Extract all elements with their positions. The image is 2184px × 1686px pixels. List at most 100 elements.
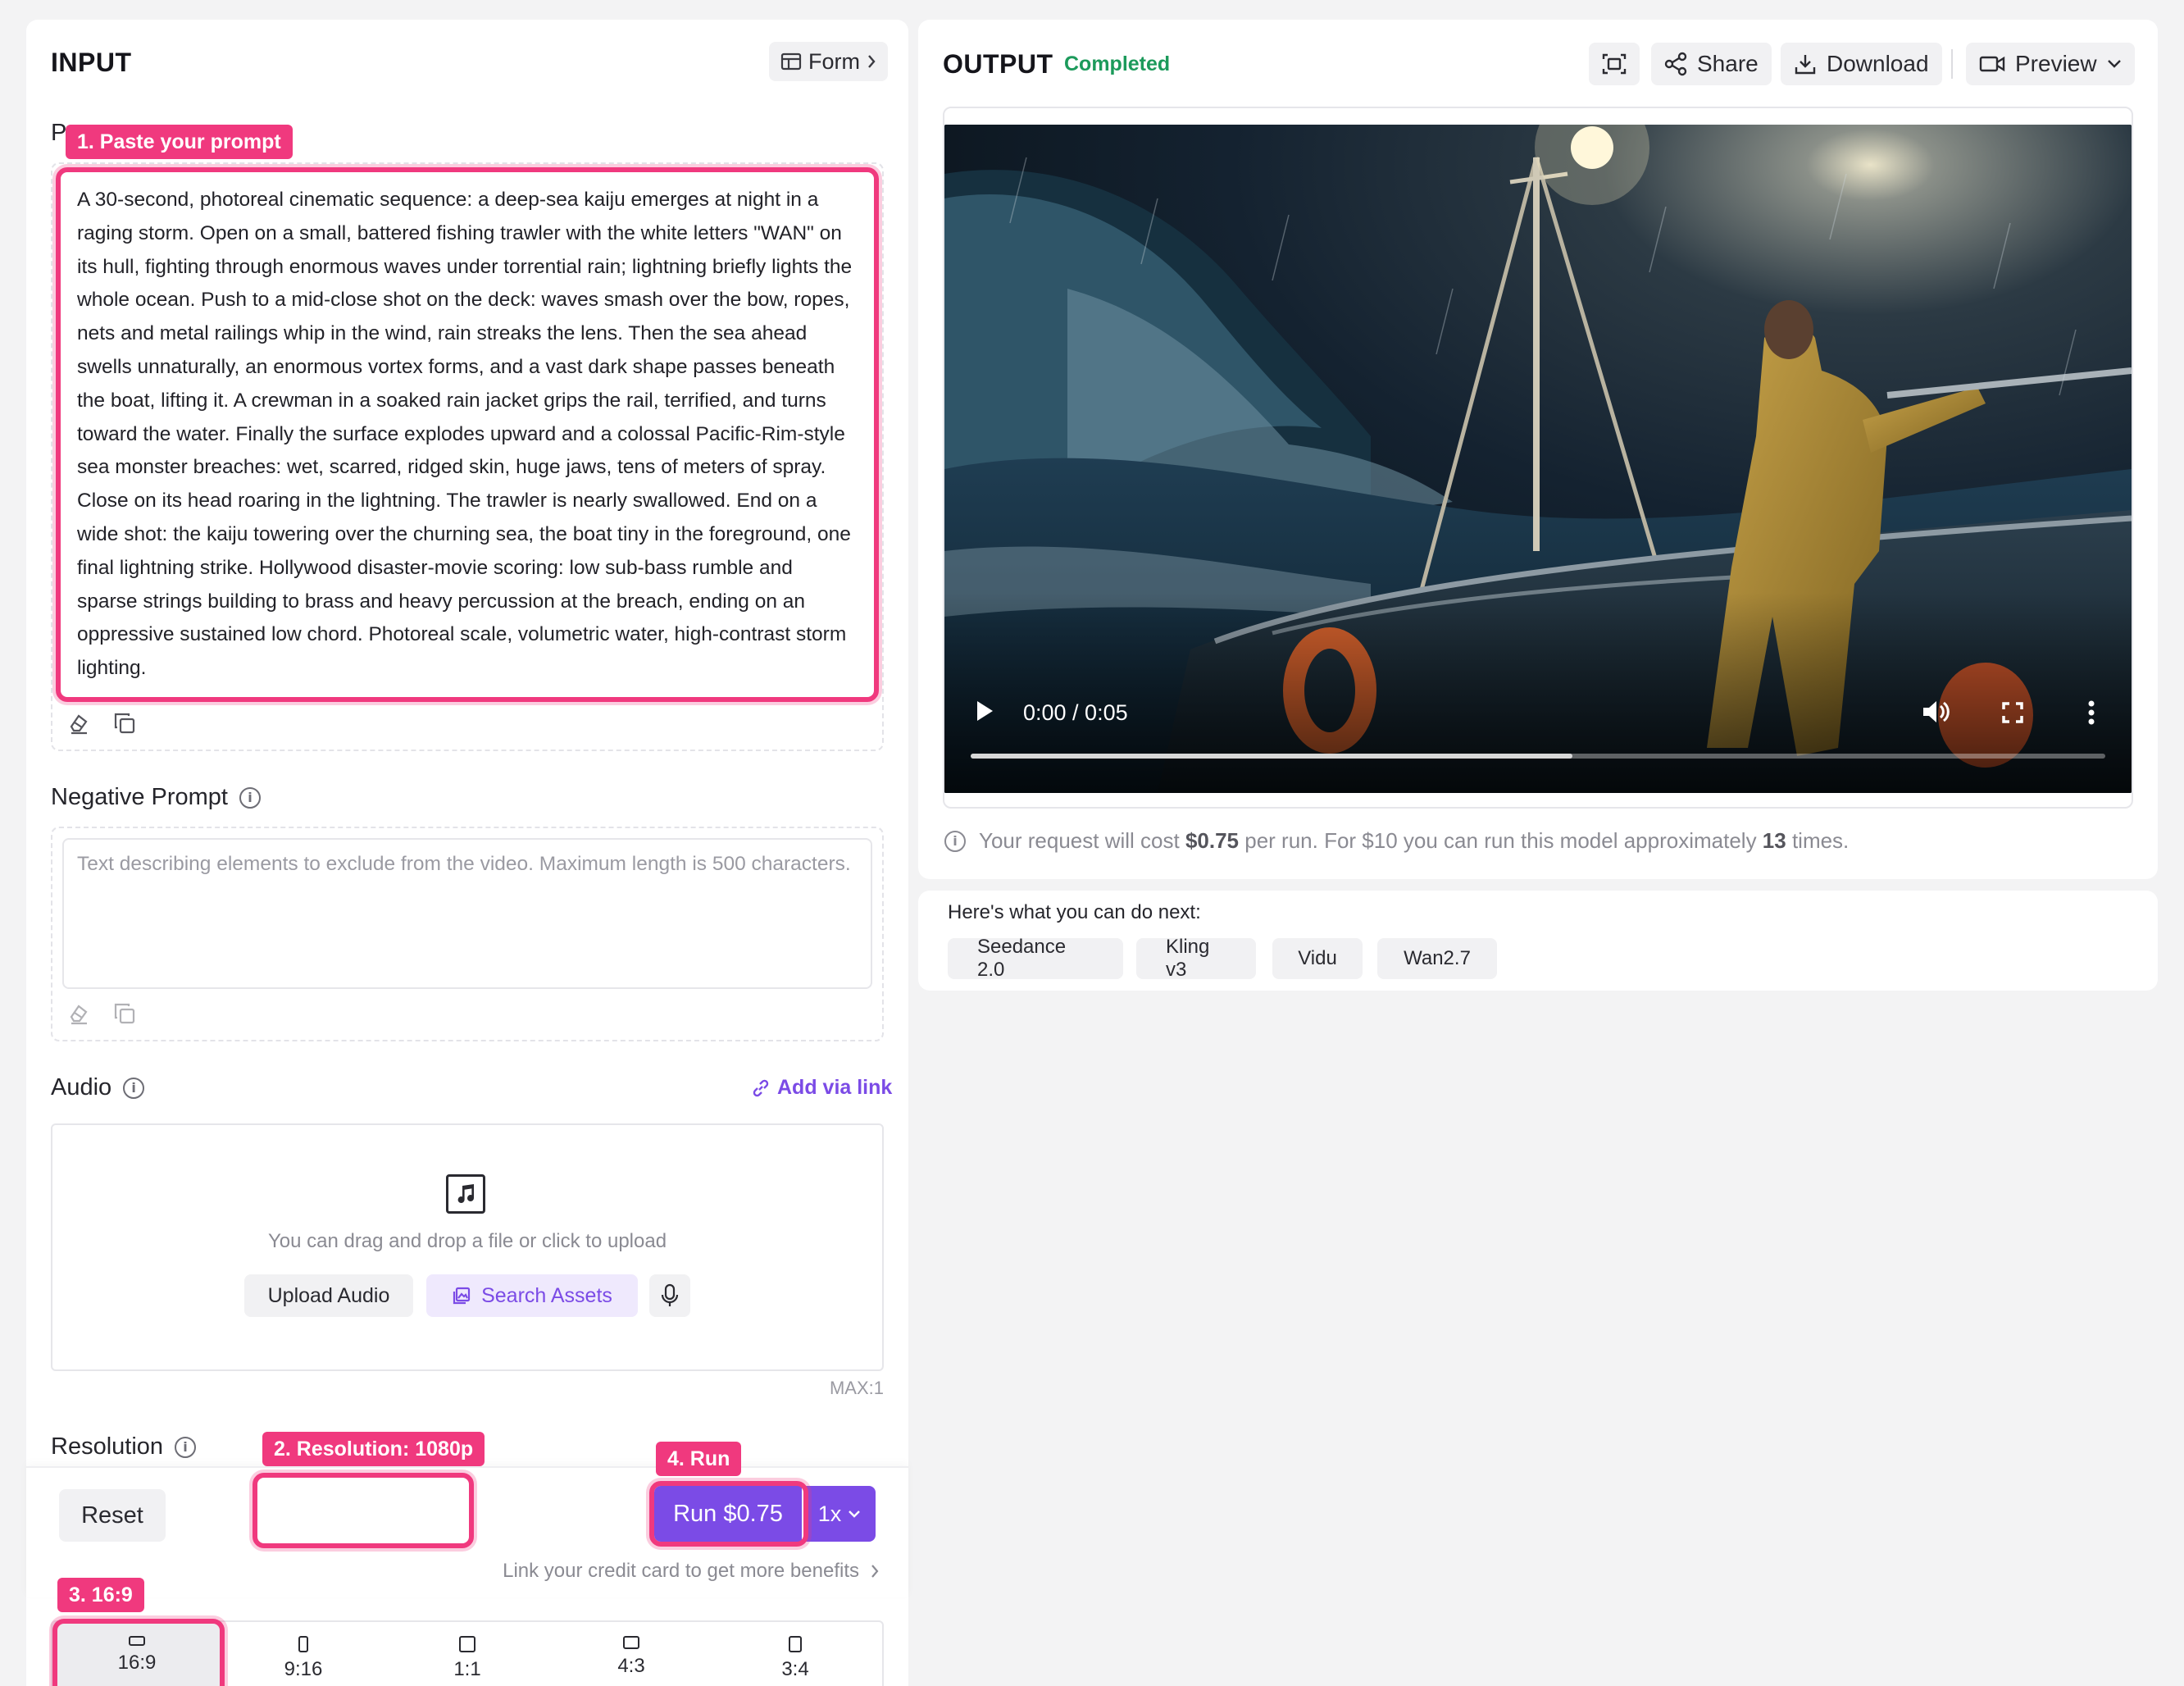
aspect-ratio-4-3[interactable]: 4:3 xyxy=(549,1635,713,1678)
input-title: INPUT xyxy=(51,48,132,77)
audio-label-text: Audio xyxy=(51,1074,112,1100)
expand-icon xyxy=(2002,702,2023,723)
share-button[interactable]: Share xyxy=(1651,43,1772,85)
credit-card-link[interactable]: Link your credit card to get more benefi… xyxy=(459,1560,879,1583)
volume-button[interactable] xyxy=(1922,699,1950,729)
annotation-box-run xyxy=(649,1481,808,1547)
info-icon[interactable]: i xyxy=(239,786,261,809)
table-icon xyxy=(780,52,802,71)
copy-negative-button[interactable] xyxy=(105,994,144,1033)
cost-middle: per run. For $10 you can run this model … xyxy=(1239,828,1763,853)
cost-value: $0.75 xyxy=(1185,828,1240,853)
next-option-seedance[interactable]: Seedance 2.0 xyxy=(948,936,1123,981)
output-title: OUTPUT xyxy=(943,49,1053,79)
music-note-icon xyxy=(446,1174,485,1214)
aspect-ratio-label: 1:1 xyxy=(453,1658,481,1680)
video-frame-image xyxy=(944,125,2132,793)
search-assets-label: Search Assets xyxy=(481,1283,612,1307)
square-icon xyxy=(459,1636,475,1652)
resolution-label: Resolution i xyxy=(51,1433,197,1460)
add-via-link-label: Add via link xyxy=(777,1076,893,1099)
volume-icon xyxy=(1923,701,1950,722)
frame-icon xyxy=(1602,53,1627,75)
chevron-right-icon xyxy=(871,1565,879,1578)
cost-runs: 13 xyxy=(1762,828,1786,853)
download-button[interactable]: Download xyxy=(1781,43,1942,85)
negative-prompt-textarea[interactable]: Text describing elements to exclude from… xyxy=(62,838,872,989)
portrait-rect-icon xyxy=(298,1636,308,1652)
preview-label: Preview xyxy=(2015,51,2097,76)
next-option-vidu[interactable]: Vidu xyxy=(1272,938,1363,979)
annotation-box-ratio xyxy=(52,1619,225,1686)
search-assets-button[interactable]: Search Assets xyxy=(426,1274,638,1317)
eraser-icon xyxy=(70,714,88,735)
form-mode-button[interactable]: Form xyxy=(769,42,888,81)
video-progress-fill xyxy=(971,754,1572,759)
upload-audio-button[interactable]: Upload Audio xyxy=(244,1274,413,1317)
toolbar-divider xyxy=(1951,49,1953,79)
upload-hint: You can drag and drop a file or click to… xyxy=(267,1230,667,1252)
video-more-button[interactable] xyxy=(2087,700,2095,729)
info-icon[interactable]: i xyxy=(175,1436,197,1458)
annotation-box-prompt xyxy=(56,167,879,702)
aspect-ratio-label: 9:16 xyxy=(284,1658,323,1680)
gallery-icon xyxy=(453,1287,471,1305)
video-progress-track[interactable] xyxy=(971,754,2105,759)
play-button[interactable] xyxy=(974,699,995,723)
eraser-icon xyxy=(70,1005,88,1025)
download-icon xyxy=(1795,55,1816,75)
chevron-down-icon xyxy=(2107,60,2121,68)
copy-icon xyxy=(114,1003,135,1024)
landscape-rect-icon xyxy=(623,1636,639,1649)
link-icon xyxy=(753,1079,769,1096)
annotation-step1: 1. Paste your prompt xyxy=(66,125,293,159)
run-multiplier-select[interactable]: 1x xyxy=(803,1486,876,1542)
negative-prompt-label-text: Negative Prompt xyxy=(51,784,228,810)
aspect-ratio-label: 4:3 xyxy=(617,1655,645,1677)
reset-button[interactable]: Reset xyxy=(59,1489,166,1542)
audio-label: Audio i xyxy=(51,1074,145,1101)
annotation-step3: 3. 16:9 xyxy=(57,1578,144,1612)
annotation-step4: 4. Run xyxy=(656,1442,742,1476)
aspect-ratio-9-16[interactable]: 9:16 xyxy=(221,1635,385,1681)
info-icon: i xyxy=(944,830,966,852)
next-steps-label: Here's what you can do next: xyxy=(948,901,1201,923)
video-time: 0:00 / 0:05 xyxy=(1023,700,1128,725)
video-fullscreen-button[interactable] xyxy=(2002,702,2023,727)
share-label: Share xyxy=(1697,51,1759,76)
copy-prompt-button[interactable] xyxy=(105,704,144,743)
record-audio-button[interactable] xyxy=(649,1274,690,1317)
microphone-icon xyxy=(661,1283,679,1306)
play-icon xyxy=(977,701,993,721)
more-vertical-icon xyxy=(2088,700,2095,725)
cost-text: Your request will cost $0.75 per run. Fo… xyxy=(979,828,1849,854)
preview-dropdown[interactable]: Preview xyxy=(1966,43,2135,85)
resolution-select[interactable] xyxy=(253,1473,474,1548)
chevron-down-icon xyxy=(849,1511,861,1518)
resolution-label-text: Resolution xyxy=(51,1433,164,1460)
info-icon[interactable]: i xyxy=(123,1077,145,1099)
negative-prompt-label: Negative Prompt i xyxy=(51,784,261,811)
status-badge: Completed xyxy=(1064,52,1171,75)
prompt-label: P xyxy=(51,120,67,146)
next-option-wan[interactable]: Wan2.7 xyxy=(1377,938,1497,979)
aspect-ratio-label: 3:4 xyxy=(781,1658,809,1680)
video-camera-icon xyxy=(1979,56,2005,72)
cost-suffix: times. xyxy=(1786,828,1850,853)
download-label: Download xyxy=(1827,51,1929,76)
credit-card-link-text: Link your credit card to get more benefi… xyxy=(503,1560,859,1582)
next-option-kling[interactable]: Kling v3 xyxy=(1136,936,1256,981)
fullscreen-button[interactable] xyxy=(1589,43,1640,85)
cost-info: i Your request will cost $0.75 per run. … xyxy=(944,828,1849,854)
aspect-ratio-3-4[interactable]: 3:4 xyxy=(713,1635,877,1681)
form-mode-label: Form xyxy=(808,48,860,74)
share-icon xyxy=(1664,52,1687,76)
clear-prompt-button[interactable] xyxy=(59,704,98,743)
clear-negative-button[interactable] xyxy=(59,994,98,1033)
portrait-rect-icon xyxy=(789,1636,802,1652)
video-player[interactable] xyxy=(944,125,2132,793)
cost-prefix: Your request will cost xyxy=(979,828,1185,853)
aspect-ratio-1-1[interactable]: 1:1 xyxy=(385,1635,549,1681)
audio-max-count: MAX:1 xyxy=(829,1378,884,1398)
add-via-link-button[interactable]: Add via link xyxy=(751,1076,892,1100)
